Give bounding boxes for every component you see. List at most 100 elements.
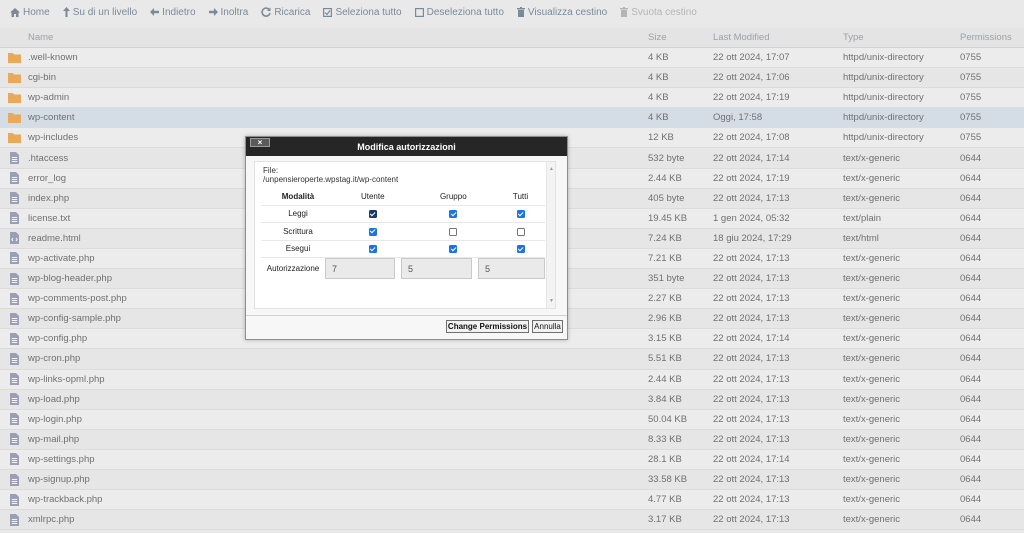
file-icon (0, 433, 28, 446)
file-name: wp-links-opml.php (28, 373, 105, 385)
file-permissions: 0755 (960, 112, 982, 124)
file-type: text/x-generic (843, 514, 901, 526)
file-permissions: 0755 (960, 52, 982, 64)
col-all: Tutti (496, 188, 545, 206)
dialog-scrollbar[interactable]: ▲ ▼ (546, 162, 555, 308)
exec-all-checkbox[interactable] (516, 245, 525, 254)
file-modified: 18 giu 2024, 17:29 (713, 232, 792, 244)
file-name: wp-content (28, 112, 75, 124)
file-permissions: 0755 (960, 92, 982, 104)
table-row[interactable]: wp-settings.php 28.1 KB 22 ott 2024, 17:14… (0, 449, 1024, 470)
read-all-checkbox[interactable] (516, 210, 525, 219)
file-modified: Oggi, 17:58 (713, 112, 763, 124)
table-row[interactable]: cgi-bin 4 KB 22 ott 2024, 17:06 httpd/unix-… (0, 68, 1024, 89)
header-permissions[interactable]: Permissions (960, 32, 1024, 43)
table-row[interactable]: wp-login.php 50.04 KB 22 ott 2024, 17:13 te… (0, 409, 1024, 430)
table-row[interactable]: .well-known 4 KB 22 ott 2024, 17:07 httpd/u… (0, 48, 1024, 69)
toolbar-indietro[interactable]: Indietro (150, 6, 196, 18)
change-permissions-button[interactable]: Change Permissions (446, 320, 529, 333)
toolbar-inoltra[interactable]: Inoltra (208, 7, 248, 18)
file-permissions: 0644 (960, 333, 982, 345)
file-permissions: 0644 (960, 252, 982, 264)
file-name: xmlrpc.php (28, 514, 75, 526)
file-permissions: 0644 (960, 212, 982, 224)
folder-icon (0, 52, 28, 64)
file-size: 2.44 KB (648, 373, 682, 385)
file-type: httpd/unix-directory (843, 92, 924, 104)
file-permissions: 0644 (960, 152, 982, 164)
file-size: 532 byte (648, 152, 685, 164)
write-all-checkbox[interactable] (516, 227, 525, 236)
write-user-checkbox[interactable] (368, 227, 377, 236)
read-group-checkbox[interactable] (449, 210, 458, 219)
file-permissions: 0644 (960, 393, 982, 405)
toolbar-label: Ricarica (274, 6, 311, 18)
file-icon (0, 453, 28, 466)
file-size: 4 KB (648, 52, 669, 64)
toolbar-home[interactable]: Home (10, 7, 50, 18)
scroll-down-icon[interactable]: ▼ (549, 298, 554, 304)
file-type: text/x-generic (843, 313, 901, 325)
table-row[interactable]: wp-trackback.php 4.77 KB 22 ott 2024, 17:1… (0, 490, 1024, 511)
file-permissions: 0644 (960, 232, 982, 244)
file-type: text/x-generic (843, 152, 901, 164)
exec-group-checkbox[interactable] (449, 245, 458, 254)
close-button[interactable]: × (250, 138, 270, 147)
cancel-button[interactable]: Annulla (532, 320, 563, 333)
user-octal-field[interactable]: 7 (325, 258, 395, 279)
file-type: text/plain (843, 212, 882, 224)
file-size: 3.15 KB (648, 333, 682, 345)
table-header: Name Size Last Modified Type Permissions (0, 28, 1024, 48)
file-size: 3.17 KB (648, 514, 682, 526)
write-group-checkbox[interactable] (449, 227, 458, 236)
toolbar-label: Indietro (162, 6, 196, 18)
file-icon (0, 272, 28, 285)
group-octal-field[interactable]: 5 (401, 258, 472, 279)
scroll-up-icon[interactable]: ▲ (549, 166, 554, 172)
toolbar-su-di-un-livello[interactable]: Su di un livello (62, 7, 137, 18)
file-size: 4 KB (648, 72, 669, 84)
header-type[interactable]: Type (843, 32, 960, 43)
file-modified: 22 ott 2024, 17:13 (713, 433, 790, 445)
table-row[interactable]: wp-content 4 KB Oggi, 17:58 httpd/unix-dire… (0, 108, 1024, 129)
header-modified[interactable]: Last Modified (713, 32, 843, 43)
file-modified: 22 ott 2024, 17:13 (713, 393, 790, 405)
col-mode: Modalità (261, 188, 335, 206)
file-modified: 22 ott 2024, 17:07 (713, 52, 790, 64)
toolbar-visualizza-cestino[interactable]: Visualizza cestino (516, 7, 607, 18)
table-row[interactable]: wp-mail.php 8.33 KB 22 ott 2024, 17:13 text… (0, 429, 1024, 450)
file-type: text/x-generic (843, 293, 901, 305)
file-icon (0, 473, 28, 486)
file-icon (0, 413, 28, 426)
table-row[interactable]: wp-links-opml.php 2.44 KB 22 ott 2024, 17:… (0, 369, 1024, 390)
dialog-title-bar: × Modifica autorizzazioni (246, 137, 567, 156)
file-prefix: File: (263, 166, 279, 175)
all-octal-field[interactable]: 5 (478, 258, 545, 279)
file-icon (0, 393, 28, 406)
header-size[interactable]: Size (648, 32, 713, 43)
header-name[interactable]: Name (28, 32, 648, 43)
toolbar-svuota-cestino[interactable]: Svuota cestino (620, 7, 697, 18)
read-user-checkbox[interactable] (368, 210, 377, 219)
file-name: wp-mail.php (28, 433, 80, 445)
file-permissions: 0644 (960, 514, 982, 526)
toolbar-seleziona-tutto[interactable]: Seleziona tutto (323, 7, 402, 18)
table-row[interactable]: wp-cron.php 5.51 KB 22 ott 2024, 17:13 text… (0, 349, 1024, 370)
check-square-icon (323, 7, 335, 17)
file-type: httpd/unix-directory (843, 112, 924, 124)
exec-user-checkbox[interactable] (368, 245, 377, 254)
file-permissions: 0644 (960, 293, 982, 305)
file-type: text/x-generic (843, 494, 901, 506)
toolbar-ricarica[interactable]: Ricarica (261, 7, 310, 18)
dialog-body: File: /unpensieroperte.wpstag.it/wp-cont… (254, 161, 556, 309)
table-row[interactable]: xmlrpc.php 3.17 KB 22 ott 2024, 17:13 text/… (0, 510, 1024, 531)
file-name: wp-admin (28, 92, 70, 104)
square-icon (414, 7, 427, 17)
file-icon (0, 192, 28, 205)
table-row[interactable]: wp-admin 4 KB 22 ott 2024, 17:19 httpd/unix… (0, 88, 1024, 109)
table-row[interactable]: wp-signup.php 33.58 KB 22 ott 2024, 17:13 t… (0, 469, 1024, 491)
permissions-dialog: × Modifica autorizzazioni File: /unpensi… (245, 136, 568, 340)
toolbar-deseleziona-tutto[interactable]: Deseleziona tutto (414, 7, 504, 18)
file-permissions: 0644 (960, 474, 982, 486)
table-row[interactable]: wp-load.php 3.84 KB 22 ott 2024, 17:13 text… (0, 389, 1024, 410)
